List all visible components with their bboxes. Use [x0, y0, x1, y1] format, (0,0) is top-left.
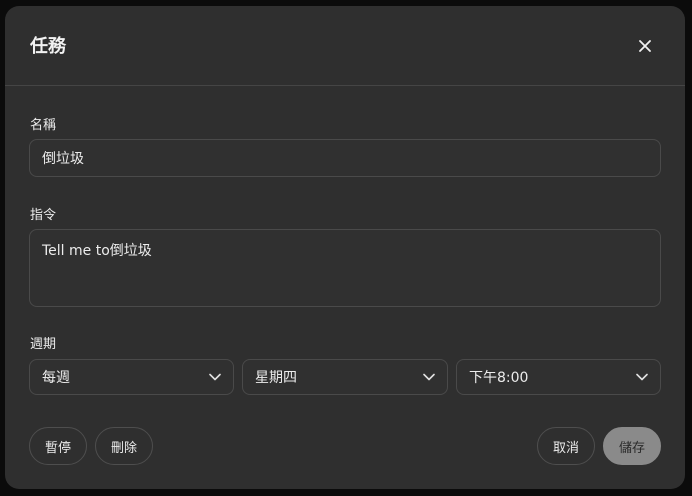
pause-button[interactable]: 暫停 [29, 427, 87, 465]
name-label: 名稱 [30, 118, 57, 133]
chevron-down-icon [423, 371, 435, 383]
task-dialog: 任務 名稱 倒垃圾 指令 Tell me to倒垃圾 週期 每週 星期四 下午8… [5, 6, 685, 489]
cancel-button[interactable]: 取消 [537, 427, 595, 465]
period-label: 週期 [30, 337, 57, 352]
close-button[interactable] [631, 32, 659, 60]
name-input[interactable]: 倒垃圾 [29, 139, 661, 177]
dialog-title: 任務 [30, 36, 66, 57]
instruction-label: 指令 [30, 208, 57, 223]
time-select[interactable]: 下午8:00 [456, 359, 661, 395]
chevron-down-icon [636, 371, 648, 383]
time-value: 下午8:00 [469, 370, 529, 386]
frequency-value: 每週 [42, 370, 70, 386]
save-button[interactable]: 儲存 [603, 427, 661, 465]
delete-button[interactable]: 刪除 [95, 427, 153, 465]
instruction-textarea[interactable]: Tell me to倒垃圾 [29, 229, 661, 307]
weekday-select[interactable]: 星期四 [242, 359, 448, 395]
chevron-down-icon [209, 371, 221, 383]
dialog-header: 任務 [5, 6, 685, 86]
close-icon [639, 40, 651, 52]
frequency-select[interactable]: 每週 [29, 359, 234, 395]
weekday-value: 星期四 [255, 370, 297, 386]
